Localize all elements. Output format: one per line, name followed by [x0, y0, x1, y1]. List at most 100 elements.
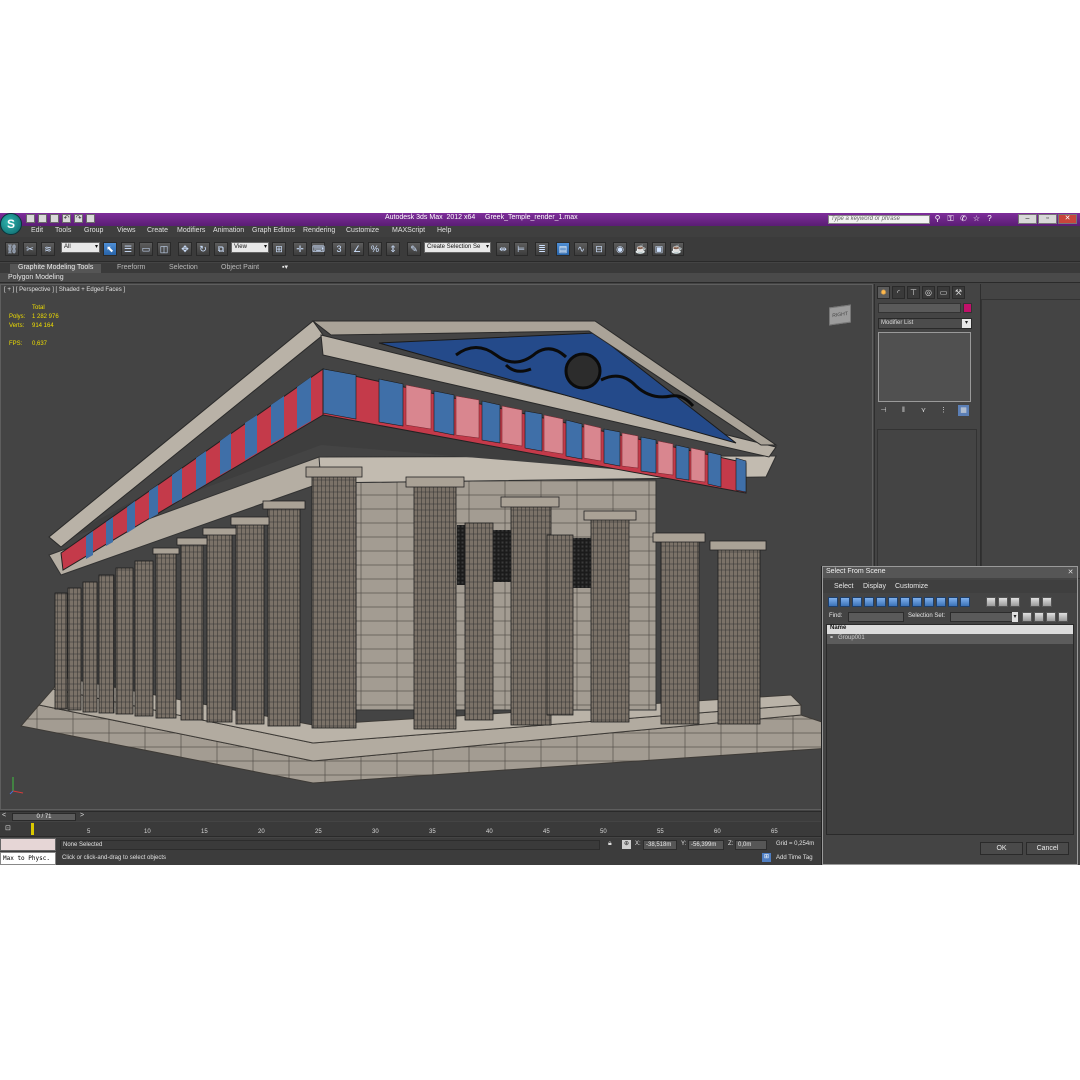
ribbon-options-icon[interactable]: ▪▾ — [282, 264, 288, 273]
pivot-center-icon[interactable]: ⊞ — [272, 242, 286, 256]
list-item[interactable]: ⚭ Group001 — [827, 634, 1073, 644]
perspective-viewport[interactable]: [ + ] [ Perspective ] [ Shaded + Edged F… — [0, 284, 873, 810]
menu-rendering[interactable]: Rendering — [303, 227, 335, 234]
menu-edit[interactable]: Edit — [31, 227, 43, 234]
object-color-swatch[interactable] — [963, 303, 972, 313]
y-coordinate-field[interactable]: -56,399m — [688, 840, 724, 850]
named-selection-sets-dropdown[interactable]: Create Selection Se — [424, 242, 491, 253]
select-and-rotate-icon[interactable]: ↻ — [196, 242, 210, 256]
remove-modifier-icon[interactable]: ⋮ — [938, 405, 949, 416]
viewcube[interactable]: RIGHT — [829, 304, 851, 326]
display-groups-icon[interactable] — [900, 597, 910, 607]
edit-named-selection-icon[interactable]: ✎ — [407, 242, 421, 256]
menu-maxscript[interactable]: MAXScript — [392, 227, 425, 234]
redo-icon[interactable]: ↷ — [74, 214, 83, 223]
modifier-list-dropdown[interactable]: Modifier List ▾ — [878, 318, 972, 329]
select-dependents-icon[interactable] — [1022, 612, 1032, 622]
chevron-down-icon[interactable]: ▾ — [962, 319, 971, 328]
display-hidden-icon[interactable] — [960, 597, 970, 607]
absolute-mode-icon[interactable]: ⊕ — [622, 840, 631, 849]
menu-create[interactable]: Create — [147, 227, 168, 234]
minimize-button[interactable]: – — [1018, 214, 1037, 224]
display-shapes-icon[interactable] — [840, 597, 850, 607]
curve-editor-icon[interactable]: ∿ — [574, 242, 588, 256]
select-influences-icon[interactable] — [1046, 612, 1056, 622]
dialog-menu-display[interactable]: Display — [863, 583, 886, 590]
align-icon[interactable]: ⊨ — [514, 242, 528, 256]
z-coordinate-field[interactable]: 0,0m — [735, 840, 767, 850]
display-lights-icon[interactable] — [852, 597, 862, 607]
schematic-view-icon[interactable]: ⊟ — [592, 242, 606, 256]
sort-options-icon[interactable] — [1058, 612, 1068, 622]
chevron-left-icon[interactable]: < — [2, 812, 6, 819]
binoculars-icon[interactable]: ⚲ — [933, 214, 942, 223]
hierarchy-tab-icon[interactable]: ⊤ — [907, 286, 920, 299]
select-object-icon[interactable]: ⬉ — [103, 242, 117, 256]
snaps-toggle-icon[interactable]: 3 — [332, 242, 346, 256]
viewport-label-menu[interactable]: [ + ] [ Perspective ] [ Shaded + Edged F… — [4, 287, 125, 293]
menu-customize[interactable]: Customize — [346, 227, 379, 234]
create-tab-icon[interactable]: ✹ — [877, 286, 890, 299]
save-file-icon[interactable] — [50, 214, 59, 223]
chevron-right-icon[interactable]: > — [80, 812, 84, 819]
select-all-icon[interactable] — [986, 597, 996, 607]
dialog-title-bar[interactable]: Select From Scene ✕ — [823, 567, 1077, 578]
utilities-tab-icon[interactable]: ⚒ — [952, 286, 965, 299]
filter-icon[interactable] — [1030, 597, 1040, 607]
dialog-close-icon[interactable]: ✕ — [1066, 568, 1075, 577]
polygon-modeling-label[interactable]: Polygon Modeling — [8, 274, 64, 281]
display-geometry-icon[interactable] — [828, 597, 838, 607]
display-space-warps-icon[interactable] — [888, 597, 898, 607]
dialog-menu-customize[interactable]: Customize — [895, 583, 928, 590]
select-invert-icon[interactable] — [1010, 597, 1020, 607]
menu-modifiers[interactable]: Modifiers — [177, 227, 205, 234]
tab-selection[interactable]: Selection — [169, 264, 198, 273]
filter-settings-icon[interactable] — [1042, 597, 1052, 607]
select-and-move-icon[interactable]: ✥ — [178, 242, 192, 256]
menu-help[interactable]: Help — [437, 227, 451, 234]
communication-center-icon[interactable]: ✆ — [959, 214, 968, 223]
select-none-icon[interactable] — [998, 597, 1008, 607]
angle-snap-icon[interactable]: ∠ — [350, 242, 364, 256]
tab-object-paint[interactable]: Object Paint — [221, 264, 259, 273]
tab-graphite-modeling-tools[interactable]: Graphite Modeling Tools — [10, 264, 102, 273]
show-end-result-icon[interactable]: ‖ — [898, 405, 909, 416]
chevron-down-icon[interactable]: ▾ — [1012, 612, 1018, 622]
menu-tools[interactable]: Tools — [55, 227, 71, 234]
display-containers-icon[interactable] — [936, 597, 946, 607]
display-frozen-icon[interactable] — [948, 597, 958, 607]
time-slider[interactable]: < 0 / 71 > — [0, 811, 822, 821]
select-by-name-icon[interactable]: ☰ — [121, 242, 135, 256]
undo-icon[interactable]: ↶ — [62, 214, 71, 223]
menu-group[interactable]: Group — [84, 227, 103, 234]
menu-views[interactable]: Views — [117, 227, 136, 234]
dialog-menu-select[interactable]: Select — [834, 583, 853, 590]
app-logo-button[interactable]: S — [0, 213, 22, 235]
maxscript-listener-mini[interactable] — [0, 838, 56, 851]
mirror-icon[interactable]: ⇹ — [496, 242, 510, 256]
keyboard-shortcut-override-icon[interactable]: ⌨ — [311, 242, 325, 256]
configure-modifier-sets-icon[interactable]: ▦ — [958, 405, 969, 416]
list-column-header[interactable]: Name — [827, 625, 1073, 634]
object-name-field[interactable] — [878, 303, 961, 313]
pin-stack-icon[interactable]: ⊣ — [878, 405, 889, 416]
material-editor-icon[interactable]: ◉ — [613, 242, 627, 256]
rectangular-selection-icon[interactable]: ▭ — [139, 242, 153, 256]
favorites-star-icon[interactable]: ☆ — [972, 214, 981, 223]
display-cameras-icon[interactable] — [864, 597, 874, 607]
modify-tab-icon[interactable]: ◜ — [892, 286, 905, 299]
find-input[interactable] — [848, 612, 904, 622]
time-tag-icon[interactable]: ⊞ — [762, 853, 771, 862]
select-children-icon[interactable] — [1034, 612, 1044, 622]
percent-snap-icon[interactable]: % — [368, 242, 382, 256]
bind-to-space-warp-icon[interactable]: ≋ — [41, 242, 55, 256]
window-crossing-icon[interactable]: ◫ — [157, 242, 171, 256]
render-production-icon[interactable]: ☕ — [670, 242, 684, 256]
select-and-manipulate-icon[interactable]: ✛ — [293, 242, 307, 256]
cancel-button[interactable]: Cancel — [1026, 842, 1069, 855]
unlink-selection-icon[interactable]: ✂ — [23, 242, 37, 256]
lock-selection-icon[interactable]: 🔒︎ — [608, 840, 612, 848]
maximize-button[interactable]: ▫ — [1038, 214, 1057, 224]
spinner-snap-icon[interactable]: ⇕ — [386, 242, 400, 256]
graphite-toggle-icon[interactable]: ▤ — [556, 242, 570, 256]
